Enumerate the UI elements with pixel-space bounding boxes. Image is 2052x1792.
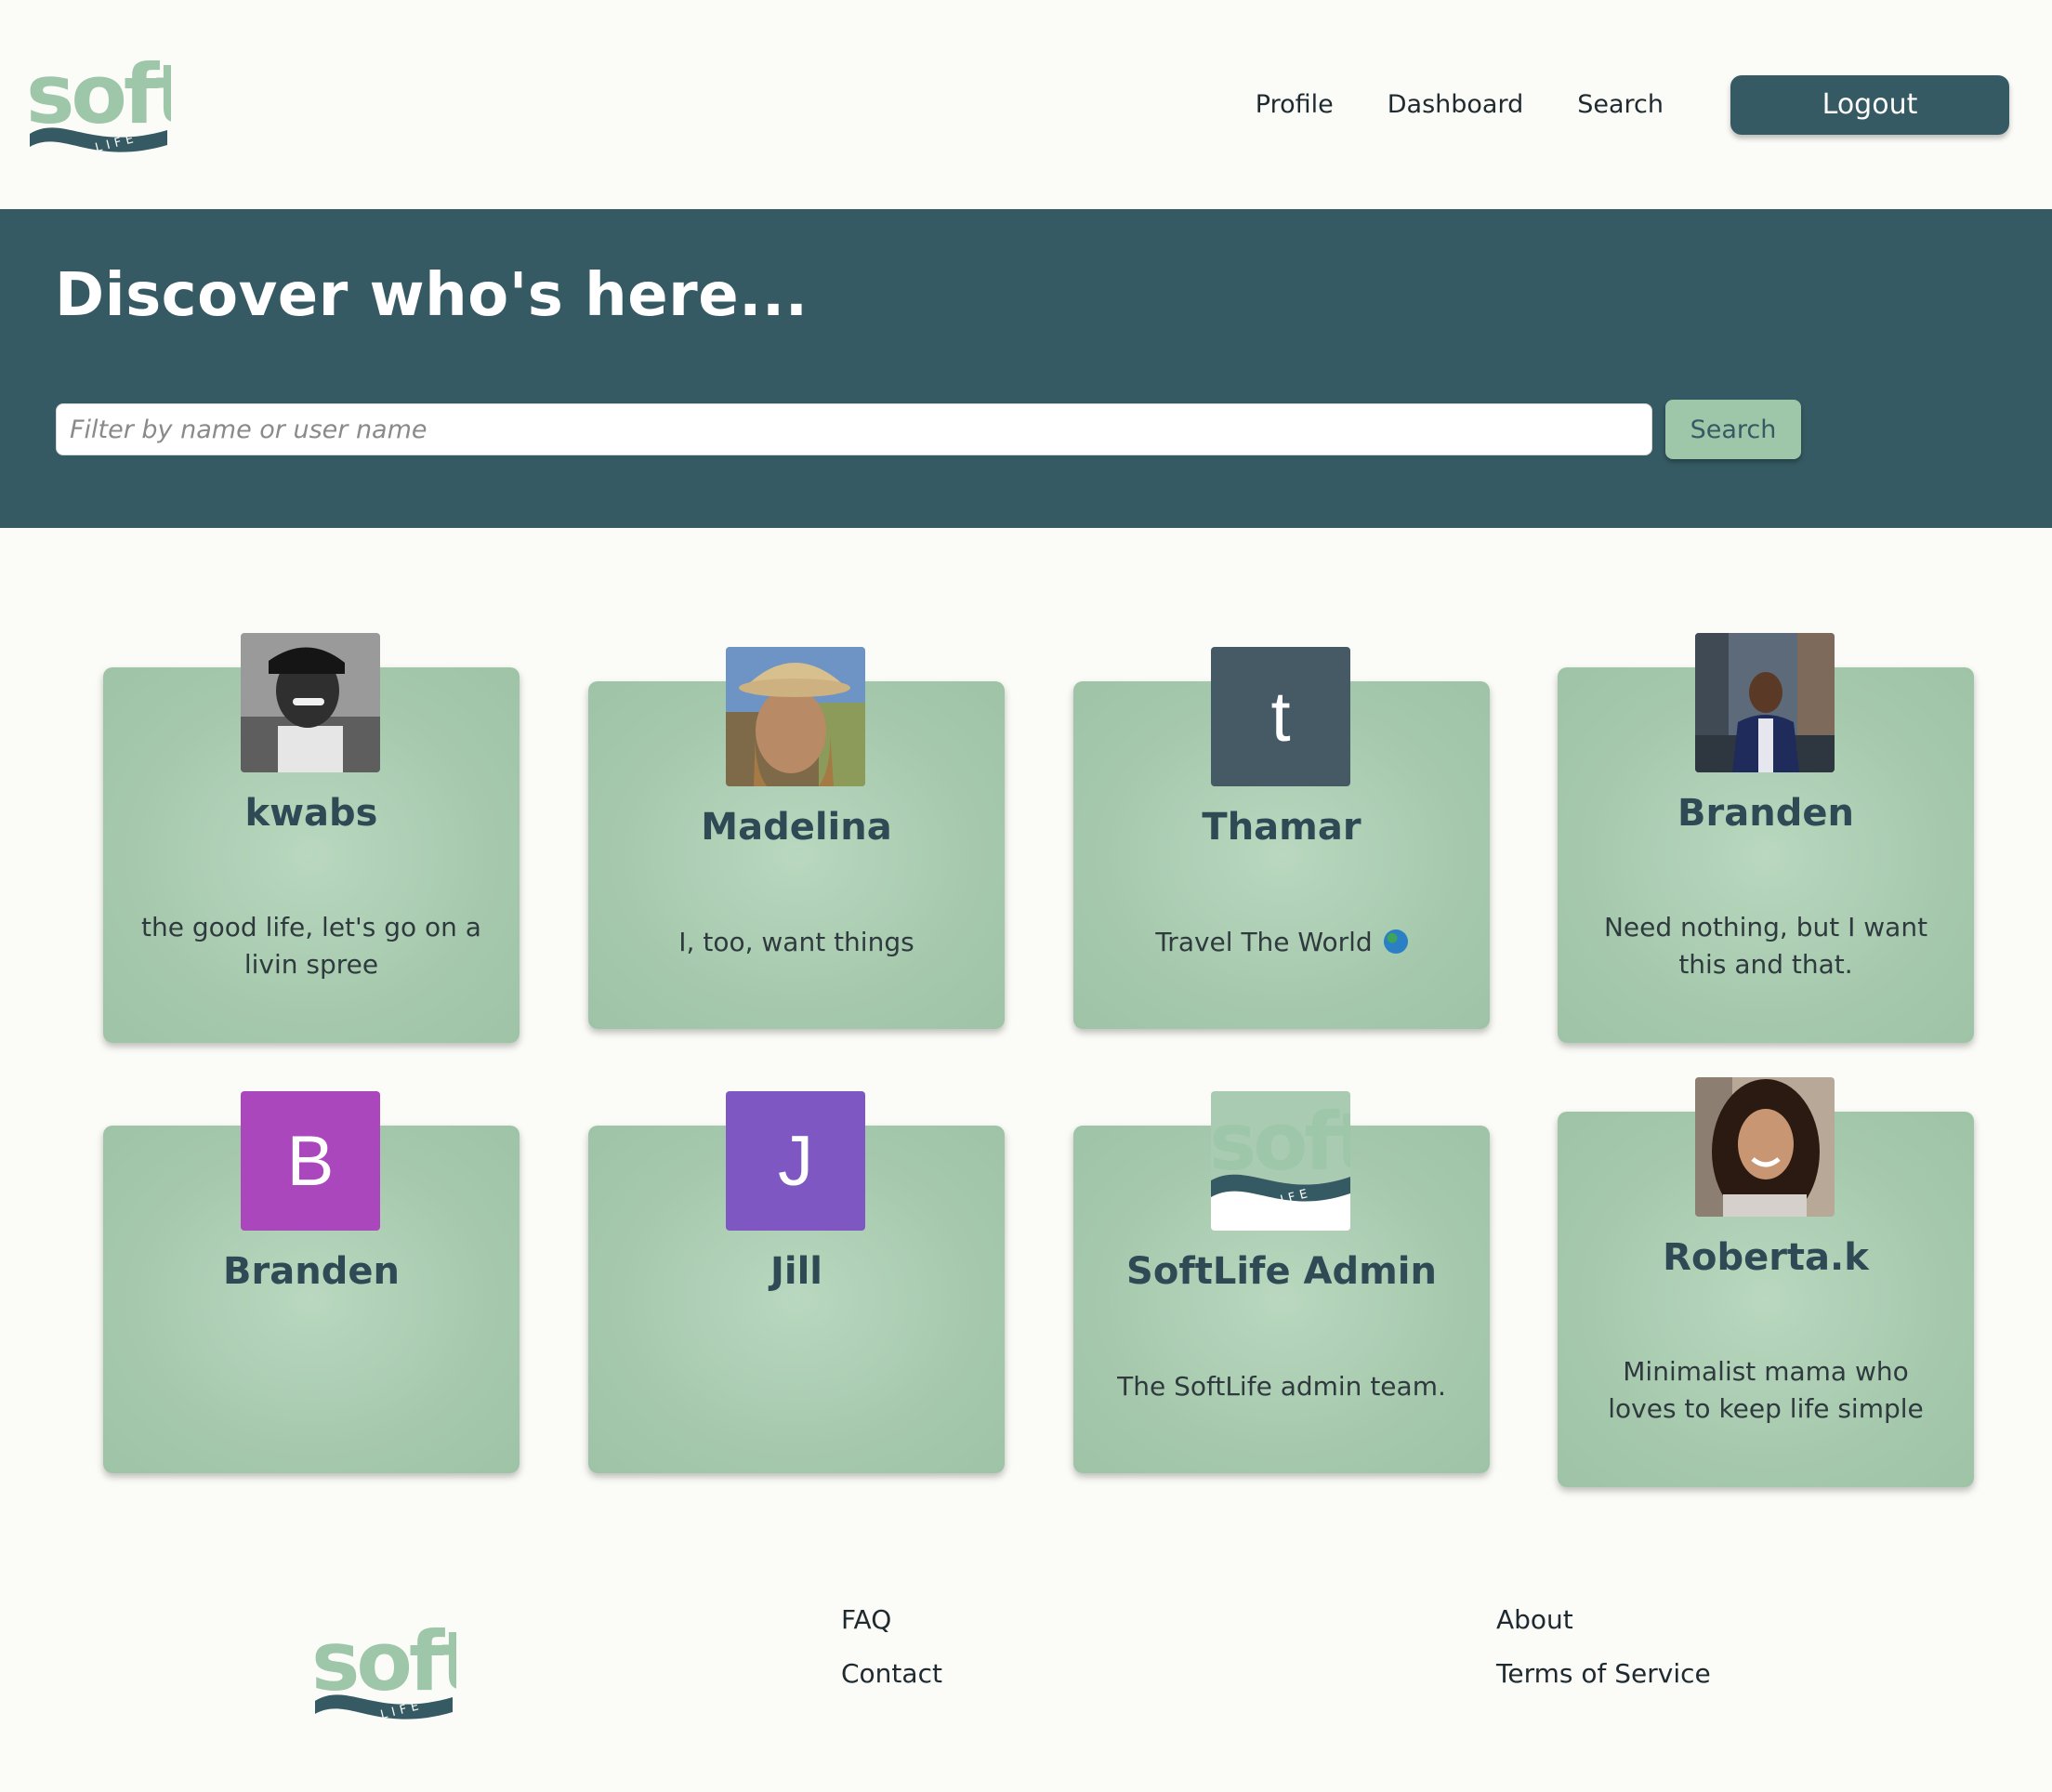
user-card-branden[interactable]: Branden Need nothing, but I want this an… [1558, 633, 1974, 1043]
user-grid: kwabs the good life, let's go on a livin… [0, 528, 2052, 1541]
user-name: Branden [223, 1250, 400, 1293]
user-bio: Need nothing, but I want this and that. [1603, 912, 1928, 980]
user-card-softlife-admin[interactable]: soft LIFE SoftLife Admin The SoftLife ad… [1073, 1091, 1490, 1473]
avatar: t [1211, 647, 1350, 786]
user-card-jill[interactable]: J Jill [588, 1091, 1005, 1473]
page-title: Discover who's here... [55, 261, 809, 330]
avatar: soft LIFE [1211, 1091, 1350, 1231]
site-header: soft LIFE Profile Dashboard Search Logou… [0, 0, 2052, 209]
nav-profile[interactable]: Profile [1256, 90, 1334, 119]
user-bio: The SoftLife admin team. [1117, 1371, 1446, 1402]
avatar-letter: J [726, 1091, 865, 1231]
footer-link-about[interactable]: About [1496, 1604, 1573, 1635]
user-bio: I, too, want things [678, 927, 914, 957]
user-bio: Minimalist mama who loves to keep life s… [1608, 1356, 1924, 1424]
user-card-thamar[interactable]: t Thamar Travel The World [1073, 647, 1490, 1029]
avatar-letter: t [1211, 647, 1350, 786]
user-card-kwabs[interactable]: kwabs the good life, let's go on a livin… [103, 633, 520, 1043]
user-name: Madelina [701, 806, 892, 849]
user-card-madelina[interactable]: Madelina I, too, want things [588, 647, 1005, 1029]
discover-banner: Discover who's here... Search [0, 209, 2052, 528]
user-bio-text: Travel The World [1155, 927, 1373, 957]
avatar [241, 633, 380, 772]
avatar [1695, 633, 1835, 772]
search-button[interactable]: Search [1665, 400, 1801, 459]
user-name: SoftLife Admin [1126, 1250, 1437, 1293]
search-input[interactable] [56, 403, 1652, 455]
avatar [726, 647, 865, 786]
footer-logo[interactable]: soft LIFE [311, 1615, 456, 1721]
logout-button[interactable]: Logout [1730, 74, 2009, 135]
user-card-branden-b[interactable]: B Branden [103, 1091, 520, 1473]
avatar [1695, 1077, 1835, 1217]
softlife-logo[interactable]: soft LIFE [26, 48, 171, 154]
user-name: Jill [770, 1250, 822, 1293]
user-name: Thamar [1202, 806, 1361, 849]
footer-link-contact[interactable]: Contact [841, 1658, 942, 1689]
user-card-roberta[interactable]: Roberta.k Minimalist mama who loves to k… [1558, 1077, 1974, 1487]
avatar: B [241, 1091, 380, 1231]
user-name: kwabs [244, 792, 378, 835]
site-footer: soft LIFE FAQ Contact About Terms of Ser… [0, 1541, 2052, 1792]
main-nav: Profile Dashboard Search Logout [1202, 0, 2052, 209]
footer-link-terms[interactable]: Terms of Service [1496, 1658, 1711, 1689]
softlife-logo: soft LIFE [1211, 1091, 1350, 1231]
user-bio: the good life, let's go on a livin spree [141, 912, 481, 980]
nav-dashboard[interactable]: Dashboard [1388, 90, 1523, 119]
user-bio: Travel The World [1101, 924, 1462, 961]
avatar-letter: B [241, 1091, 380, 1231]
user-name: Branden [1677, 792, 1854, 835]
nav-search[interactable]: Search [1577, 90, 1664, 119]
avatar: J [726, 1091, 865, 1231]
user-name: Roberta.k [1663, 1236, 1869, 1279]
footer-link-faq[interactable]: FAQ [841, 1604, 891, 1635]
globe-icon [1383, 929, 1408, 954]
